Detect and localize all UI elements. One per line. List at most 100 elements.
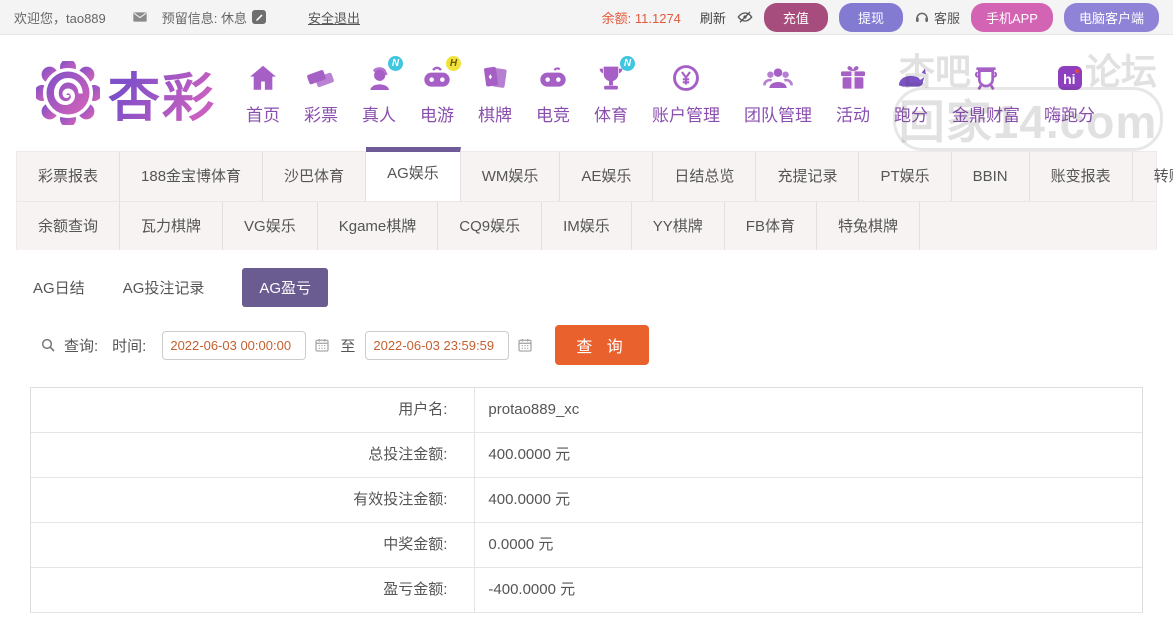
table-row-profit-loss: 盈亏金额: -400.0000 元 xyxy=(31,568,1142,613)
tripod-icon xyxy=(969,61,1003,95)
badge-n: N xyxy=(620,56,635,71)
nav-item-home[interactable]: 首页 xyxy=(234,61,292,126)
hi-app-icon: hi xyxy=(1053,61,1087,95)
subtab-ag-daily[interactable]: AG日结 xyxy=(33,277,85,298)
tab-wali-cards[interactable]: 瓦力棋牌 xyxy=(120,202,223,250)
logout-link[interactable]: 安全退出 xyxy=(308,8,360,27)
gift-icon xyxy=(836,61,870,95)
nav-item-lottery[interactable]: 彩票 xyxy=(292,61,350,126)
tab-ae[interactable]: AE娱乐 xyxy=(560,152,653,201)
query-button[interactable]: 查 询 xyxy=(555,325,648,365)
site-header: 杏彩 首页 彩票 N 真人 H 电游 xyxy=(0,35,1173,151)
main-nav: 首页 彩票 N 真人 H 电游 棋牌 xyxy=(234,61,1107,126)
row-label: 盈亏金额: xyxy=(31,568,475,612)
row-value: 400.0000 元 xyxy=(475,478,1142,522)
tab-im[interactable]: IM娱乐 xyxy=(542,202,632,250)
table-row-valid-bet: 有效投注金额: 400.0000 元 xyxy=(31,478,1142,523)
nav-item-hipaofen[interactable]: hi 嗨跑分 xyxy=(1032,61,1107,126)
nav-item-sports[interactable]: N 体育 xyxy=(582,61,640,126)
tab-cq9[interactable]: CQ9娱乐 xyxy=(438,202,542,250)
date-from-input[interactable] xyxy=(162,331,306,360)
eye-slash-icon[interactable] xyxy=(737,9,753,25)
pc-client-button[interactable]: 电脑客户端 xyxy=(1064,3,1159,32)
profit-loss-table: 用户名: protao889_xc 总投注金额: 400.0000 元 有效投注… xyxy=(30,387,1143,613)
envelope-icon[interactable] xyxy=(132,9,148,25)
team-icon xyxy=(761,61,795,95)
tab-daily-overview[interactable]: 日结总览 xyxy=(653,152,756,201)
ag-subtabs: AG日结 AG投注记录 AG盈亏 xyxy=(0,250,1173,321)
tab-ag-entertainment[interactable]: AG娱乐 xyxy=(366,147,461,201)
nav-item-team[interactable]: 团队管理 xyxy=(732,61,824,126)
tab-account-change-report[interactable]: 账变报表 xyxy=(1030,152,1133,201)
tab-fb-sports[interactable]: FB体育 xyxy=(725,202,817,250)
subtab-ag-bet-records[interactable]: AG投注记录 xyxy=(123,277,205,298)
tab-balance-query[interactable]: 余额查询 xyxy=(17,202,120,250)
yen-circle-icon xyxy=(669,61,703,95)
calendar-from-icon[interactable] xyxy=(314,337,330,353)
logo-flower-icon xyxy=(36,61,100,125)
edit-icon[interactable] xyxy=(252,10,266,24)
tab-188-sports[interactable]: 188金宝博体育 xyxy=(120,152,263,201)
search-bar: 查询: 时间: 至 查 询 xyxy=(0,321,1173,365)
calendar-to-icon[interactable] xyxy=(517,337,533,353)
live-person-icon: N xyxy=(362,61,396,95)
customer-service[interactable]: 客服 xyxy=(914,8,960,27)
tab-row-2: 余额查询 瓦力棋牌 VG娱乐 Kgame棋牌 CQ9娱乐 IM娱乐 YY棋牌 F… xyxy=(17,201,1156,250)
subtab-ag-profit-loss[interactable]: AG盈亏 xyxy=(242,268,328,307)
reserved-info: 预留信息: 休息 xyxy=(162,8,266,27)
tab-saba-sports[interactable]: 沙巴体育 xyxy=(263,152,366,201)
tab-vg[interactable]: VG娱乐 xyxy=(223,202,318,250)
nav-item-esports[interactable]: 电竞 xyxy=(524,61,582,126)
tab-lottery-report[interactable]: 彩票报表 xyxy=(17,152,120,201)
rhino-icon xyxy=(894,61,928,95)
row-value: -400.0000 元 xyxy=(475,568,1142,612)
tab-tetu-cards[interactable]: 特兔棋牌 xyxy=(817,202,920,250)
table-row-username: 用户名: protao889_xc xyxy=(31,388,1142,433)
refresh-link[interactable]: 刷新 xyxy=(700,8,726,27)
balance-value: 11.1274 xyxy=(635,11,681,26)
tab-pt[interactable]: PT娱乐 xyxy=(859,152,951,201)
mobile-app-button[interactable]: 手机APP xyxy=(971,3,1053,32)
date-to-input[interactable] xyxy=(365,331,509,360)
welcome-text: 欢迎您，tao889 xyxy=(14,8,106,27)
tab-deposit-withdraw-record[interactable]: 充提记录 xyxy=(756,152,859,201)
tab-bbin[interactable]: BBIN xyxy=(952,152,1030,201)
nav-item-activity[interactable]: 活动 xyxy=(824,61,882,126)
tab-kgame[interactable]: Kgame棋牌 xyxy=(318,202,439,250)
tab-row-1: 彩票报表 188金宝博体育 沙巴体育 AG娱乐 WM娱乐 AE娱乐 日结总览 充… xyxy=(17,152,1156,201)
nav-item-account[interactable]: 账户管理 xyxy=(640,61,732,126)
cards-icon xyxy=(478,61,512,95)
time-label: 时间: xyxy=(112,335,146,356)
badge-h: H xyxy=(446,56,461,71)
row-label: 有效投注金额: xyxy=(31,478,475,522)
table-row-total-bet: 总投注金额: 400.0000 元 xyxy=(31,433,1142,478)
slot-gamepad-icon: H xyxy=(420,61,454,95)
svg-text:hi: hi xyxy=(1063,71,1075,87)
row-value: 0.0000 元 xyxy=(475,523,1142,567)
row-label: 总投注金额: xyxy=(31,433,475,477)
topbar: 欢迎您，tao889 预留信息: 休息 安全退出 余额: 11.1274 刷新 … xyxy=(0,0,1173,35)
nav-item-egame[interactable]: H 电游 xyxy=(408,61,466,126)
table-row-win-amount: 中奖金额: 0.0000 元 xyxy=(31,523,1142,568)
home-icon xyxy=(246,61,280,95)
esports-gamepad-icon xyxy=(536,61,570,95)
row-label: 中奖金额: xyxy=(31,523,475,567)
headset-icon xyxy=(914,9,930,25)
withdraw-button[interactable]: 提现 xyxy=(839,3,903,32)
report-tabstrip: 彩票报表 188金宝博体育 沙巴体育 AG娱乐 WM娱乐 AE娱乐 日结总览 充… xyxy=(16,151,1157,250)
row-value: protao889_xc xyxy=(475,388,1142,432)
search-icon xyxy=(40,337,56,353)
nav-item-paofen[interactable]: 跑分 xyxy=(882,61,940,126)
nav-item-cards[interactable]: 棋牌 xyxy=(466,61,524,126)
to-label: 至 xyxy=(340,335,355,356)
recharge-button[interactable]: 充值 xyxy=(764,3,828,32)
nav-item-live[interactable]: N 真人 xyxy=(350,61,408,126)
site-logo[interactable]: 杏彩 xyxy=(36,56,216,131)
badge-n: N xyxy=(388,56,403,71)
tab-transfer-report[interactable]: 转账报表 xyxy=(1133,152,1173,201)
nav-item-jinding[interactable]: 金鼎财富 xyxy=(940,61,1032,126)
tab-wm[interactable]: WM娱乐 xyxy=(461,152,561,201)
row-label: 用户名: xyxy=(31,388,475,432)
trophy-icon: N xyxy=(594,61,628,95)
tab-yy-cards[interactable]: YY棋牌 xyxy=(632,202,725,250)
